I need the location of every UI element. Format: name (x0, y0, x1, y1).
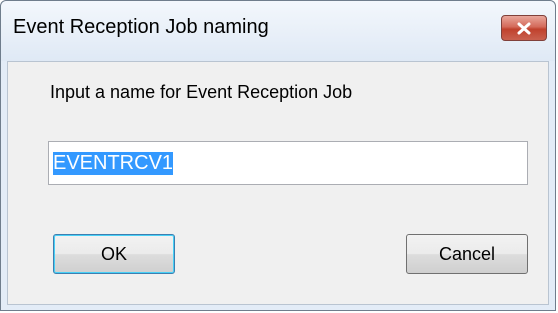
window-title: Event Reception Job naming (13, 16, 269, 38)
cancel-button[interactable]: Cancel (406, 234, 528, 274)
ok-button[interactable]: OK (53, 234, 175, 274)
close-icon (517, 22, 531, 35)
dialog-window: Event Reception Job naming Input a name … (0, 0, 556, 311)
prompt-label: Input a name for Event Reception Job (50, 82, 353, 102)
title-bar[interactable]: Event Reception Job naming (1, 1, 555, 61)
job-name-input[interactable] (48, 141, 528, 185)
dialog-body: Input a name for Event Reception Job OK … (7, 61, 549, 305)
close-button[interactable] (501, 15, 547, 41)
